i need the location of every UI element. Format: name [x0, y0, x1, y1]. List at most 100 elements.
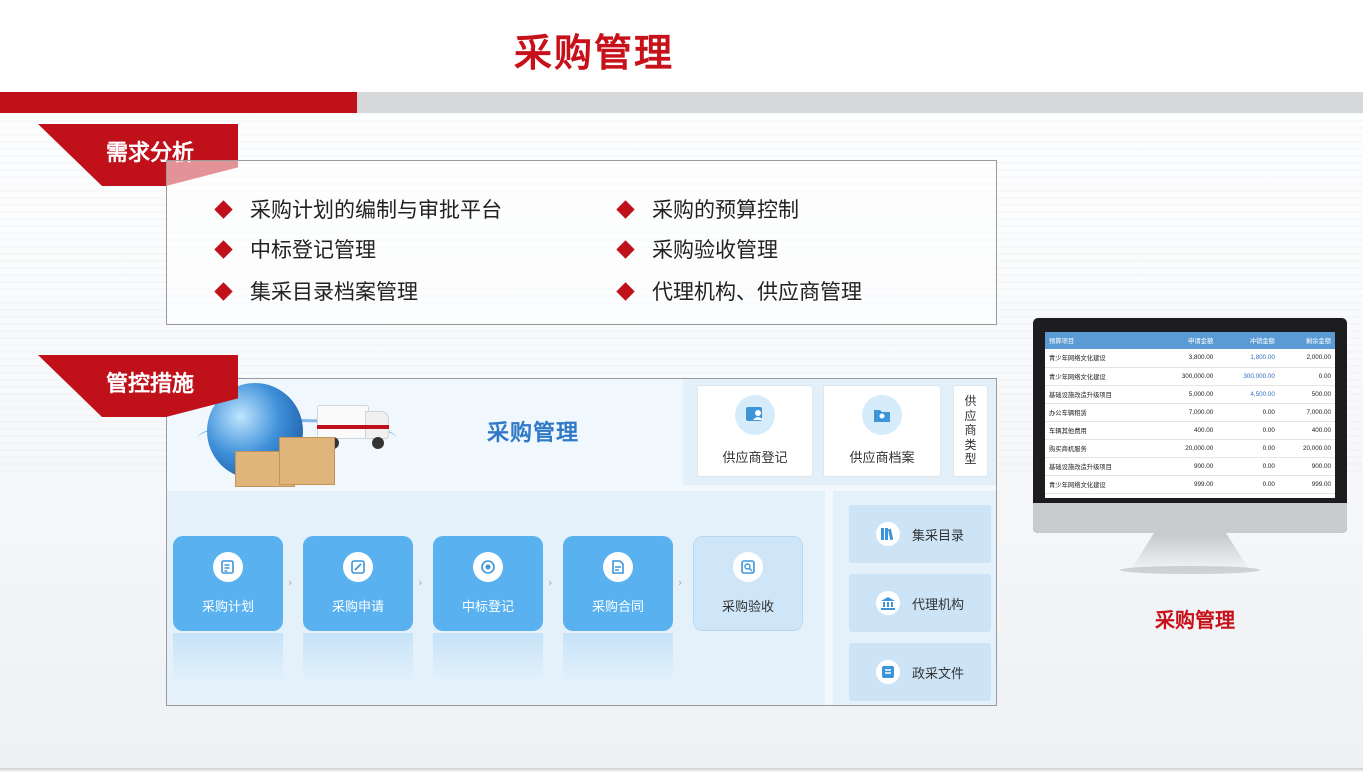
table-cell: 999.00: [1155, 475, 1218, 494]
flow-arrow-icon: ›: [678, 576, 683, 589]
table-cell: 300,000.00: [1155, 367, 1218, 386]
table-row: 青少年网络文化建设 3,800.00 1,800.00 2,000.00: [1045, 349, 1335, 368]
flow-step-bid[interactable]: 中标登记: [433, 536, 543, 631]
table-cell: 4,500.00: [1217, 385, 1279, 404]
table-cell: 基础设施改造升级项目: [1045, 457, 1156, 476]
table-header-row: 预算项目 申请金额 冲销金额 剩余金额: [1045, 332, 1335, 349]
table-cell: 0.00: [1217, 457, 1279, 476]
policy-document-button[interactable]: 政采文件: [849, 643, 991, 701]
monitor-preview: 预算项目 申请金额 冲销金额 剩余金额 青少年网络文化建设 3,800.00 1,8…: [1033, 318, 1347, 533]
side-button-label: 集采目录: [911, 528, 964, 544]
table-row: 青少年网络文化建设 999.00 0.00 999.00: [1045, 475, 1335, 494]
demand-item-label: 代理机构、供应商管理: [652, 280, 862, 304]
supplier-register-card[interactable]: 供应商登记: [697, 385, 813, 477]
flow-step-label: 采购合同: [591, 600, 644, 615]
truck-wheel-icon: [372, 437, 384, 449]
table-cell: 办公车辆租赁: [1045, 403, 1156, 422]
table-cell: 车辆其他费用: [1045, 421, 1156, 440]
table-cell: 0.00: [1217, 439, 1279, 458]
agency-button[interactable]: 代理机构: [849, 574, 991, 632]
diamond-bullet-icon: [214, 239, 233, 259]
table-cell: 900.00: [1155, 457, 1218, 476]
document-icon: [875, 660, 900, 684]
control-tag-label: 管控措施: [105, 372, 194, 397]
diamond-bullet-icon: [616, 281, 635, 301]
bid-icon: [473, 552, 503, 582]
demand-item: 采购计划的编制与审批平台: [214, 194, 502, 224]
table-cell: 7,000.00: [1278, 403, 1335, 422]
flow-step-plan[interactable]: 采购计划: [173, 536, 283, 631]
contract-icon: [603, 552, 633, 582]
parcel-box-icon: [279, 437, 335, 485]
supplier-archive-label: 供应商档案: [849, 451, 915, 466]
flow-reflection: [303, 633, 413, 683]
demand-item-label: 中标登记管理: [250, 238, 376, 262]
table-row: 青少年网络文化建设 300,000.00 300,000.00 0.00: [1045, 367, 1335, 386]
flow-step-apply[interactable]: 采购申请: [303, 536, 413, 631]
budget-table: 预算项目 申请金额 冲销金额 剩余金额 青少年网络文化建设 3,800.00 1,8…: [1045, 332, 1335, 494]
monitor-screen: 预算项目 申请金额 冲销金额 剩余金额 青少年网络文化建设 3,800.00 1,8…: [1045, 332, 1335, 498]
table-cell: 0.00: [1217, 421, 1279, 440]
demand-item: 集采目录档案管理: [214, 276, 418, 306]
agency-icon: [875, 591, 900, 615]
table-row: 购买商机服务 20,000.00 0.00 20,000.00: [1045, 439, 1335, 458]
table-cell: 0.00: [1217, 475, 1279, 494]
header-bar-red: [0, 92, 357, 113]
table-cell: 5,000.00: [1155, 385, 1218, 404]
table-cell: 900.00: [1278, 457, 1335, 476]
demand-item: 中标登记管理: [214, 234, 376, 264]
supplier-type-char: 应: [964, 408, 977, 423]
monitor-chin: [1033, 503, 1347, 533]
apply-icon: [343, 552, 373, 582]
table-cell: 7,000.00: [1155, 403, 1218, 422]
demand-item-label: 采购验收管理: [652, 238, 778, 262]
flow-arrow-icon: ›: [418, 576, 423, 589]
flow-reflection: [433, 633, 543, 683]
table-cell: 0.00: [1278, 367, 1335, 386]
demand-analysis-box: 采购计划的编制与审批平台 采购的预算控制 中标登记管理 采购验收管理 集采目录档…: [166, 160, 997, 325]
supplier-register-label: 供应商登记: [722, 451, 788, 466]
table-cell: 青少年网络文化建设: [1045, 349, 1156, 368]
table-cell: 300,000.00: [1217, 367, 1279, 386]
supplier-type-char: 型: [964, 452, 977, 466]
hero-area: 采购管理: [167, 379, 683, 489]
supplier-archive-icon: [862, 395, 902, 435]
demand-item: 采购的预算控制: [616, 194, 799, 224]
table-row: 基础设施改造升级项目 900.00 0.00 900.00: [1045, 457, 1335, 476]
flow-step-label: 中标登记: [461, 600, 514, 615]
supplier-type-char: 商: [964, 423, 977, 437]
monitor-label: 采购管理: [1155, 608, 1235, 632]
table-cell: 20,000.00: [1155, 439, 1218, 458]
supplier-archive-card[interactable]: 供应商档案: [823, 385, 941, 477]
table-cell: 0.00: [1217, 403, 1279, 422]
table-cell: 基础设施改造升级项目: [1045, 385, 1156, 404]
flow-step-label: 采购验收: [721, 600, 774, 615]
hero-title: 采购管理: [487, 421, 580, 446]
table-cell: 999.00: [1278, 475, 1335, 494]
supplier-type-card[interactable]: 供 应 商 类 型: [953, 385, 988, 477]
table-header-cell: 申请金额: [1155, 332, 1218, 349]
flow-reflection: [563, 633, 673, 683]
table-cell: 购买商机服务: [1045, 439, 1156, 458]
table-header-cell: 预算项目: [1045, 332, 1156, 349]
table-cell: 500.00: [1278, 385, 1335, 404]
table-cell: 青少年网络文化建设: [1045, 475, 1156, 494]
flow-arrow-icon: ›: [288, 576, 293, 589]
catalog-button[interactable]: 集采目录: [849, 505, 991, 563]
table-cell: 1,800.00: [1217, 349, 1279, 368]
table-cell: 3,800.00: [1155, 349, 1218, 368]
demand-item: 采购验收管理: [616, 234, 778, 264]
table-cell: 2,000.00: [1278, 349, 1335, 368]
demand-item-label: 采购的预算控制: [652, 198, 799, 222]
demand-item: 代理机构、供应商管理: [616, 276, 862, 306]
diamond-bullet-icon: [616, 199, 635, 219]
control-measures-panel: 采购管理 供应商登记 供应商档案 供 应 商 类 型 采购计划 › 采购申请 ›…: [166, 378, 997, 706]
diamond-bullet-icon: [214, 281, 233, 301]
flow-step-acceptance[interactable]: 采购验收: [693, 536, 803, 631]
flow-step-contract[interactable]: 采购合同: [563, 536, 673, 631]
footer-divider: [0, 768, 1363, 770]
page-title: 采购管理: [513, 31, 674, 75]
truck-icon: [317, 405, 369, 439]
table-header-cell: 剩余金额: [1278, 332, 1335, 349]
table-row: 办公车辆租赁 7,000.00 0.00 7,000.00: [1045, 403, 1335, 422]
